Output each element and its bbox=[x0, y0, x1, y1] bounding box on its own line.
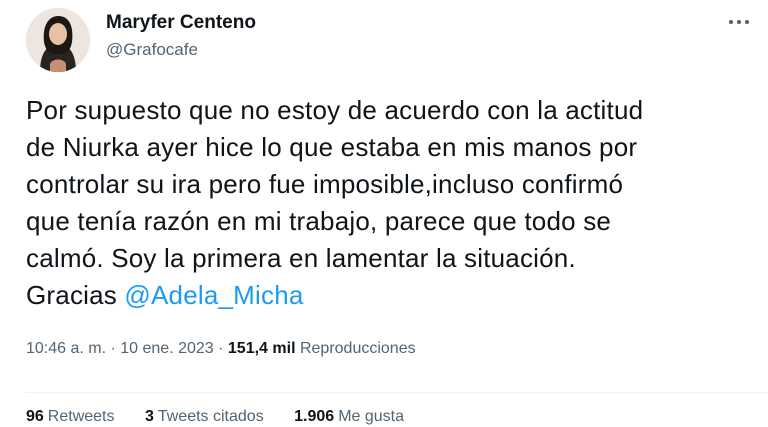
likes-stat[interactable]: 1.906 Me gusta bbox=[294, 408, 404, 425]
meta-separator: · bbox=[213, 340, 228, 357]
retweets-label: Retweets bbox=[47, 408, 115, 425]
engagement-stats: 96 Retweets 3 Tweets citados 1.906 Me gusta bbox=[26, 408, 430, 426]
tweet-text-prefix: Gracias bbox=[26, 280, 125, 310]
quotes-label: Tweets citados bbox=[157, 408, 264, 425]
divider bbox=[26, 392, 768, 393]
retweets-count: 96 bbox=[26, 408, 44, 425]
dot bbox=[745, 20, 749, 24]
likes-count: 1.906 bbox=[294, 408, 335, 425]
meta-separator: · bbox=[106, 340, 121, 357]
tweet-text-line: Por supuesto que no estoy de acuerdo con… bbox=[26, 95, 644, 125]
tweet-meta: 10:46 a. m. · 10 ene. 2023 · 151,4 mil R… bbox=[26, 340, 416, 358]
tweet-card: Maryfer Centeno @Grafocafe Por supuesto … bbox=[0, 0, 768, 427]
tweet-text-line: calmó. Soy la primera en lamentar la sit… bbox=[26, 243, 576, 273]
views-label: Reproducciones bbox=[299, 340, 416, 357]
views-count: 151,4 mil bbox=[227, 340, 296, 357]
tweet-text-line: que tenía razón en mi trabajo, parece qu… bbox=[26, 206, 612, 236]
dot bbox=[737, 20, 741, 24]
tweet-text: Por supuesto que no estoy de acuerdo con… bbox=[26, 92, 766, 314]
author-name[interactable]: Maryfer Centeno bbox=[106, 12, 256, 34]
tweet-date[interactable]: 10 ene. 2023 bbox=[120, 340, 213, 357]
mention-link[interactable]: @Adela_Micha bbox=[124, 280, 303, 310]
quotes-stat[interactable]: 3 Tweets citados bbox=[145, 408, 264, 425]
tweet-text-line: controlar su ira pero fue imposible,incl… bbox=[26, 169, 624, 199]
tweet-text-line-last: Gracias @Adela_Micha bbox=[26, 277, 766, 314]
author-handle[interactable]: @Grafocafe bbox=[106, 40, 198, 60]
likes-label: Me gusta bbox=[338, 408, 404, 425]
quotes-count: 3 bbox=[144, 408, 154, 425]
more-horizontal-icon[interactable] bbox=[726, 12, 752, 32]
tweet-time[interactable]: 10:46 a. m. bbox=[26, 340, 106, 357]
dot bbox=[729, 20, 733, 24]
avatar-image bbox=[26, 8, 90, 72]
avatar[interactable] bbox=[26, 8, 90, 72]
retweets-stat[interactable]: 96 Retweets bbox=[26, 408, 115, 425]
tweet-text-line: de Niurka ayer hice lo que estaba en mis… bbox=[26, 132, 638, 162]
